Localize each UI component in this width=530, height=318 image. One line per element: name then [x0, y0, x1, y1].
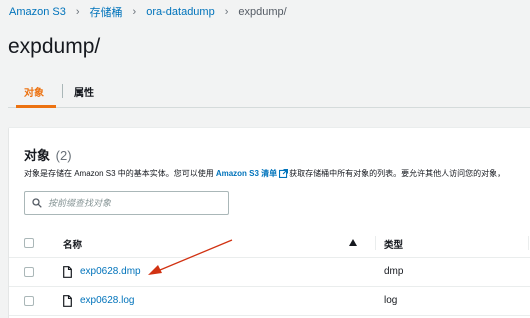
page-title: expdump/	[8, 35, 101, 58]
breadcrumb-current: expdump/	[238, 6, 287, 18]
select-all-checkbox[interactable]	[24, 238, 34, 248]
object-name-link[interactable]: exp0628.log	[80, 295, 135, 306]
object-count: (2)	[55, 148, 72, 163]
column-divider	[375, 236, 376, 250]
table-header: 名称 类型	[9, 228, 530, 258]
objects-panel: 对象 (2) 对象是存储在 Amazon S3 中的基本实体。您可以使用 Ama…	[9, 127, 530, 318]
row-checkbox[interactable]	[24, 267, 34, 277]
breadcrumb-bucket[interactable]: ora-datadump	[146, 6, 215, 18]
table-row: exp0628.log log	[9, 288, 530, 316]
tab-properties[interactable]: 属性	[74, 84, 94, 99]
search-icon	[32, 198, 42, 208]
file-icon	[63, 295, 72, 307]
tab-bar: 对象 属性	[8, 78, 530, 108]
file-icon	[63, 266, 72, 278]
tab-objects[interactable]: 对象	[24, 84, 44, 99]
chevron-right-icon: ›	[224, 6, 229, 18]
column-divider	[528, 236, 529, 250]
chevron-right-icon: ›	[75, 6, 80, 18]
description-text: 对象是存储在 Amazon S3 中的基本实体。您可以使用	[24, 169, 214, 178]
active-tab-indicator	[16, 105, 56, 108]
description-text-cont: 获取存储桶中所有对象的列表。要允许其他人访问您的对象，	[289, 169, 506, 178]
breadcrumb-amazon-s3[interactable]: Amazon S3	[9, 6, 66, 18]
panel-description: 对象是存储在 Amazon S3 中的基本实体。您可以使用 Amazon S3 …	[24, 168, 505, 179]
panel-title: 对象 (2)	[24, 145, 72, 164]
breadcrumb: Amazon S3 › 存储桶 › ora-datadump › expdump…	[9, 5, 287, 19]
sort-ascending-icon[interactable]	[349, 239, 357, 246]
external-link-icon[interactable]	[279, 169, 289, 178]
search-input[interactable]	[48, 195, 226, 211]
column-header-type[interactable]: 类型	[384, 237, 403, 251]
row-checkbox[interactable]	[24, 296, 34, 306]
search-field[interactable]	[24, 191, 229, 215]
inventory-link[interactable]: Amazon S3 清单	[216, 168, 277, 179]
object-type: dmp	[384, 266, 404, 277]
chevron-right-icon: ›	[132, 6, 137, 18]
panel-title-text: 对象	[24, 148, 51, 163]
breadcrumb-buckets[interactable]: 存储桶	[90, 4, 123, 20]
object-type: log	[384, 295, 398, 306]
tab-divider	[62, 84, 63, 98]
column-header-name[interactable]: 名称	[63, 237, 82, 251]
table-row: exp0628.dmp dmp	[9, 259, 530, 287]
object-name-link[interactable]: exp0628.dmp	[80, 266, 141, 277]
